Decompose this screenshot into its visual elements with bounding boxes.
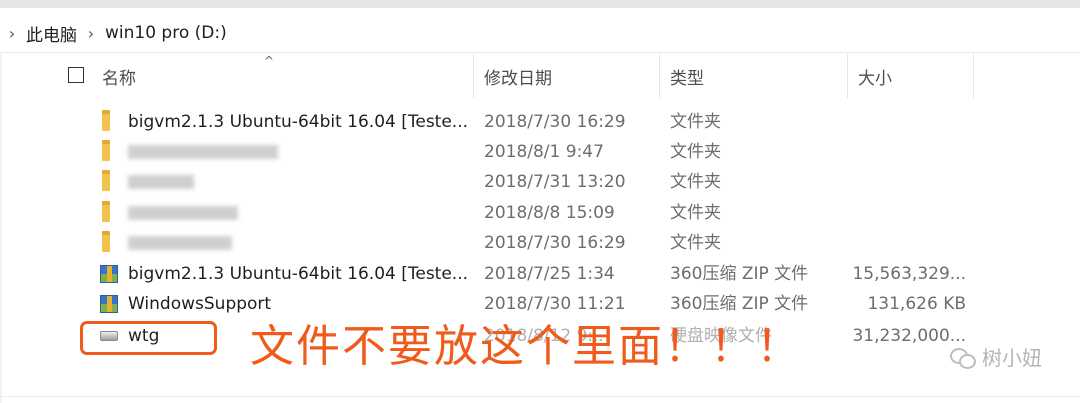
file-type: 文件夹	[670, 203, 721, 223]
zip-archive-icon	[100, 295, 118, 313]
chevron-right-icon[interactable]: ›	[81, 24, 101, 43]
window-top-strip	[0, 0, 1080, 8]
sort-ascending-icon: ^	[264, 54, 275, 68]
file-size: 31,232,000...	[852, 326, 966, 346]
chevron-right-icon[interactable]: ›	[2, 24, 22, 43]
column-divider[interactable]	[659, 54, 660, 98]
window-bottom-edge	[0, 396, 1080, 397]
select-all-checkbox[interactable]	[68, 67, 84, 83]
file-row[interactable]: 2018/7/30 16:29 文件夹	[52, 228, 1080, 258]
watermark: 树小妞	[950, 342, 1042, 371]
column-header: ^ 名称 修改日期 类型 大小	[52, 52, 1080, 100]
file-name: bigvm2.1.3 Ubuntu-64bit 16.04 [Teste...	[128, 112, 469, 132]
file-date: 2018/7/30 16:29	[484, 233, 626, 253]
redacted-file-name	[128, 145, 278, 159]
file-date: 2018/7/25 1:34	[484, 264, 615, 284]
file-row[interactable]: bigvm2.1.3 Ubuntu-64bit 16.04 [Teste... …	[52, 107, 1080, 137]
navigation-pane-edge	[0, 52, 2, 403]
file-size: 15,563,329...	[852, 264, 966, 284]
column-header-name[interactable]: 名称	[102, 52, 136, 100]
file-type: 文件夹	[670, 142, 721, 162]
file-date: 2018/8/1 9:47	[484, 142, 604, 162]
file-type: 文件夹	[670, 233, 721, 253]
folder-icon	[102, 231, 110, 252]
file-row[interactable]: 2018/8/8 15:09 文件夹	[52, 198, 1080, 228]
file-name: bigvm2.1.3 Ubuntu-64bit 16.04 [Teste...	[128, 264, 469, 284]
address-bar[interactable]: › 此电脑 › win10 pro (D:)	[0, 14, 1080, 53]
wechat-icon	[950, 346, 976, 369]
column-divider[interactable]	[473, 54, 474, 98]
breadcrumb-this-pc[interactable]: 此电脑	[22, 21, 81, 46]
file-type: 360压缩 ZIP 文件	[670, 264, 809, 284]
file-size: 131,626 KB	[867, 294, 966, 314]
file-row[interactable]: 2018/7/31 13:20 文件夹	[52, 167, 1080, 197]
highlight-box	[80, 321, 217, 355]
file-type: 文件夹	[670, 112, 721, 132]
folder-icon	[102, 140, 110, 161]
column-header-size[interactable]: 大小	[858, 52, 892, 100]
annotation-text: 文件不要放这个里面！！！	[250, 321, 802, 372]
column-header-date[interactable]: 修改日期	[484, 52, 552, 100]
column-divider[interactable]	[973, 54, 974, 98]
column-divider[interactable]	[847, 54, 848, 98]
column-header-type[interactable]: 类型	[670, 52, 704, 100]
redacted-file-name	[128, 236, 232, 250]
file-date: 2018/8/8 15:09	[484, 203, 615, 223]
file-date: 2018/7/30 16:29	[484, 112, 626, 132]
zip-archive-icon	[100, 265, 118, 283]
folder-icon	[102, 170, 110, 191]
folder-icon	[102, 110, 110, 131]
file-date: 2018/7/31 13:20	[484, 172, 626, 192]
file-type: 文件夹	[670, 172, 721, 192]
breadcrumb-drive-d[interactable]: win10 pro (D:)	[101, 23, 231, 43]
redacted-file-name	[128, 206, 238, 220]
file-row[interactable]: 2018/8/1 9:47 文件夹	[52, 137, 1080, 167]
watermark-text: 树小妞	[982, 346, 1042, 370]
file-row[interactable]: bigvm2.1.3 Ubuntu-64bit 16.04 [Teste... …	[52, 259, 1080, 289]
redacted-file-name	[128, 175, 194, 189]
folder-icon	[102, 201, 110, 222]
